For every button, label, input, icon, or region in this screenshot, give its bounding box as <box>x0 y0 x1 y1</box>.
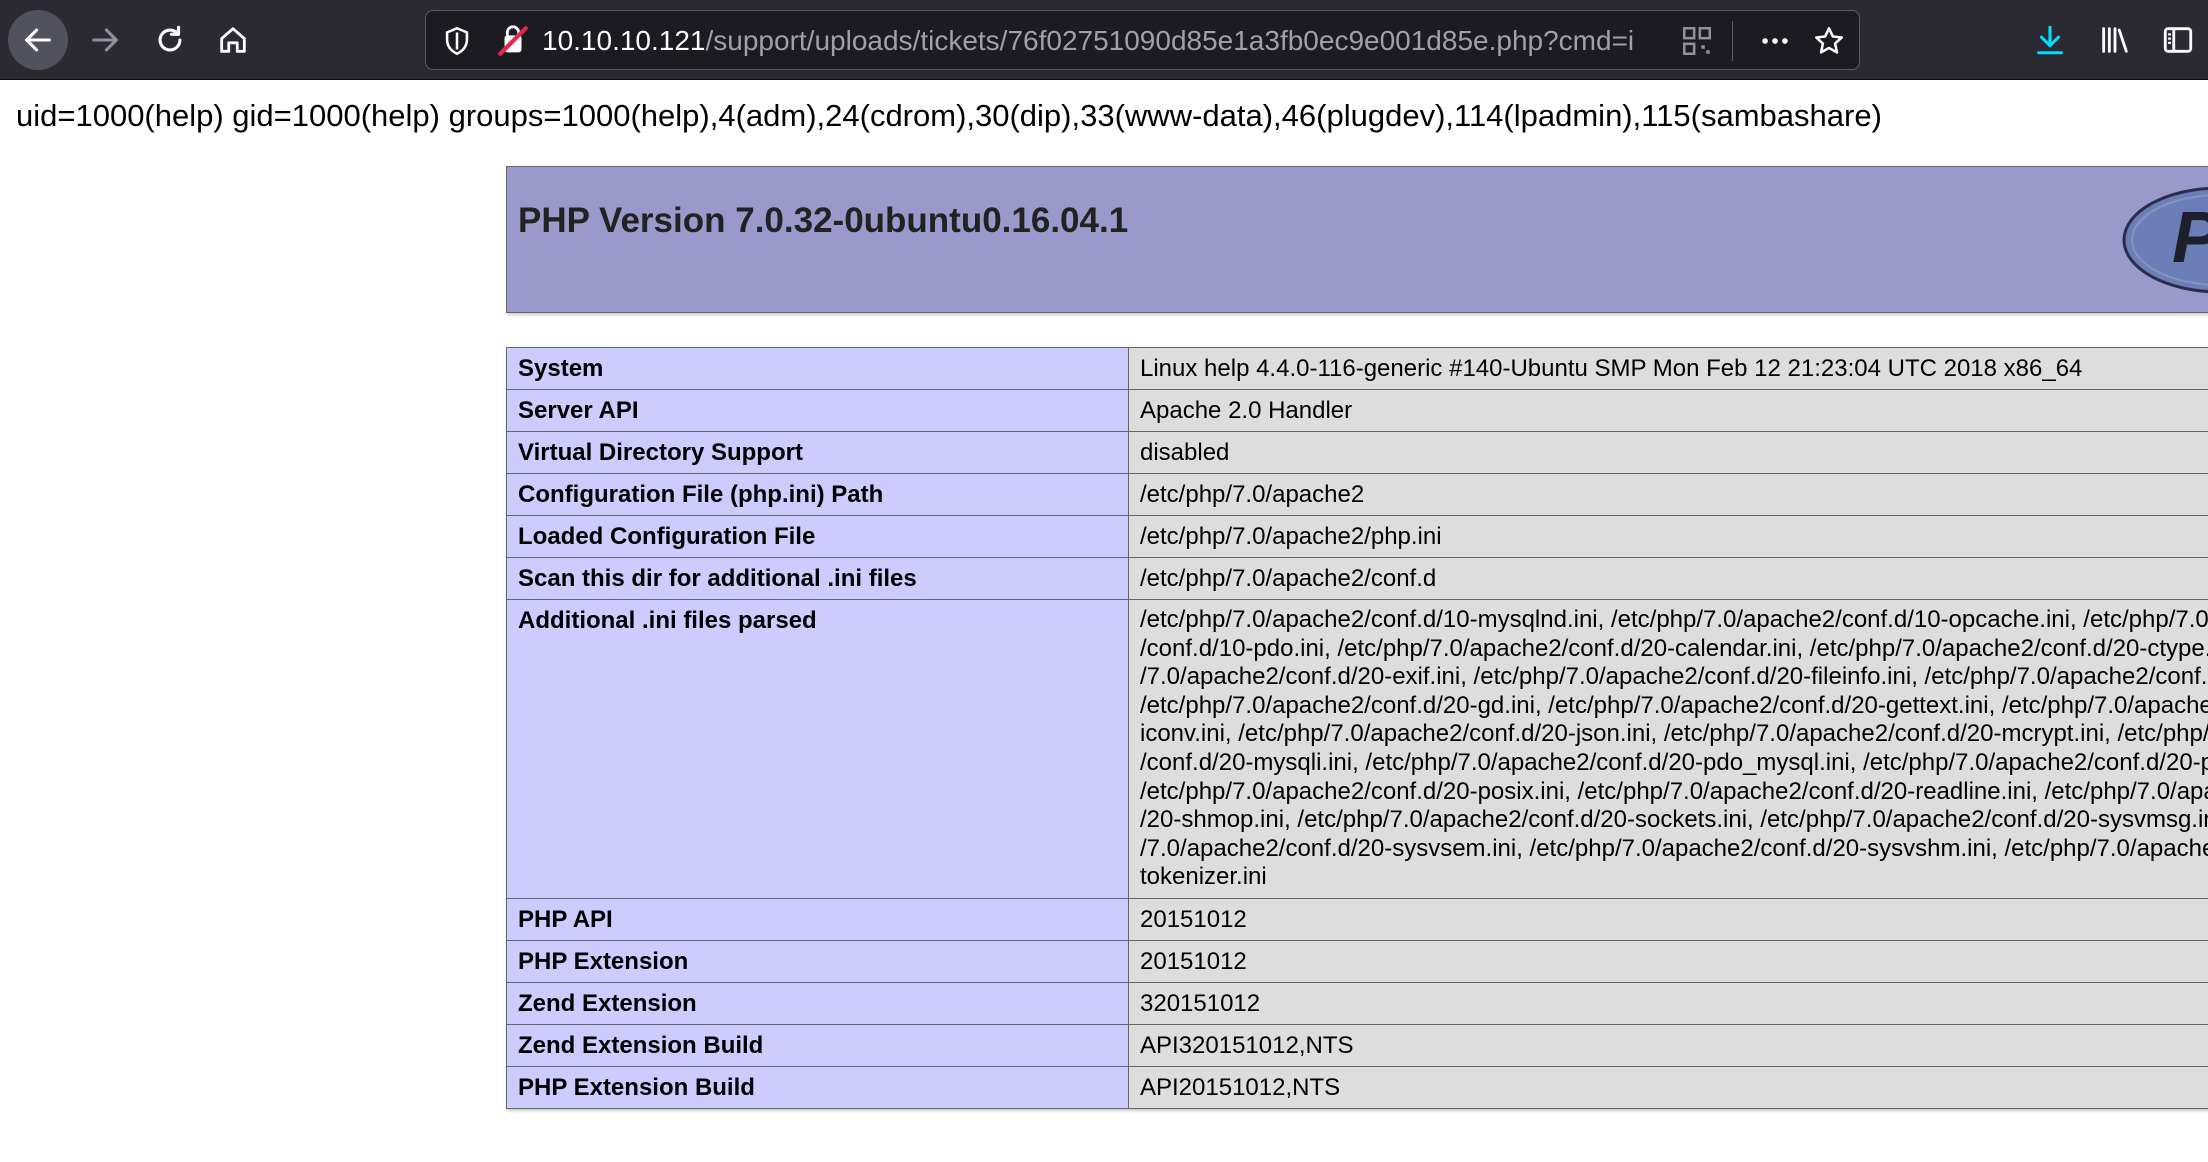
info-value: /etc/php/7.0/apache2/php.ini <box>1128 515 2208 558</box>
info-value-line: /20-shmop.ini, /etc/php/7.0/apache2/conf… <box>1140 806 2208 834</box>
library-icon <box>2102 27 2128 53</box>
url-path: /support/uploads/tickets/76f02751090d85e… <box>705 25 1635 56</box>
table-row: PHP API 20151012 <box>506 897 2208 941</box>
info-value-line: /conf.d/20-mysqli.ini, /etc/php/7.0/apac… <box>1140 748 2208 776</box>
sidebar-button[interactable] <box>2148 10 2208 70</box>
info-key: PHP Extension <box>506 939 1129 983</box>
download-icon <box>2037 25 2063 55</box>
info-key: Scan this dir for additional .ini files <box>506 557 1129 600</box>
reload-button[interactable] <box>140 10 200 70</box>
table-row: PHP Extension Build API20151012,NTS <box>506 1065 2208 1109</box>
reload-icon <box>158 25 182 52</box>
table-row: Virtual Directory Support disabled <box>506 431 2208 474</box>
info-value: API20151012,NTS <box>1128 1065 2208 1109</box>
info-key: Loaded Configuration File <box>506 515 1129 558</box>
table-row: PHP Extension 20151012 <box>506 939 2208 983</box>
info-value-line: /conf.d/10-pdo.ini, /etc/php/7.0/apache2… <box>1140 634 2208 662</box>
info-key: Zend Extension <box>506 981 1129 1025</box>
info-key: System <box>506 347 1129 390</box>
info-value: /etc/php/7.0/apache2 <box>1128 473 2208 516</box>
info-key: PHP Extension Build <box>506 1065 1129 1109</box>
table-row: Loaded Configuration File/etc/php/7.0/ap… <box>506 515 2208 558</box>
table-row: Server API Apache 2.0 Handler <box>506 389 2208 432</box>
shield-icon[interactable] <box>440 24 474 58</box>
downloads-button[interactable] <box>2020 10 2080 70</box>
logo-text: P <box>2172 198 2208 278</box>
info-value: Apache 2.0 Handler <box>1128 389 2208 432</box>
info-value: 20151012 <box>1128 897 2208 941</box>
info-value-line: /7.0/apache2/conf.d/20-sysvsem.ini, /etc… <box>1140 834 2208 862</box>
info-key: Configuration File (php.ini) Path <box>506 473 1129 516</box>
info-value: /etc/php/7.0/apache2/conf.d/10-mysqlnd.i… <box>1128 599 2208 899</box>
bookmark-star-icon[interactable] <box>1812 24 1846 58</box>
home-icon <box>220 27 246 53</box>
info-value: API320151012,NTS <box>1128 1023 2208 1067</box>
browser-toolbar: 10.10.10.121/support/uploads/tickets/76f… <box>0 0 2208 80</box>
sidebar-icon <box>2163 27 2193 53</box>
url-bar-separator <box>1732 21 1733 61</box>
info-value: Linux help 4.4.0-116-generic #140-Ubuntu… <box>1128 347 2208 390</box>
php-version-title: PHP Version 7.0.32-0ubuntu0.16.04.1 <box>518 201 1129 240</box>
table-row: Additional .ini files parsed/etc/php/7.0… <box>506 599 2208 899</box>
info-value: disabled <box>1128 431 2208 474</box>
url-bar[interactable]: 10.10.10.121/support/uploads/tickets/76f… <box>425 10 1860 70</box>
forward-button[interactable] <box>75 10 135 70</box>
phpinfo-header: PHP Version 7.0.32-0ubuntu0.16.04.1 P <box>506 166 2208 313</box>
library-button[interactable] <box>2085 10 2145 70</box>
arrow-right-icon <box>92 28 118 52</box>
url-host: 10.10.10.121 <box>542 25 706 56</box>
arrow-left-icon <box>25 28 51 52</box>
info-key: Server API <box>506 389 1129 432</box>
info-value-line: /etc/php/7.0/apache2/conf.d/10-mysqlnd.i… <box>1140 606 2208 633</box>
back-button[interactable] <box>8 10 68 70</box>
command-output: uid=1000(help) gid=1000(help) groups=100… <box>16 98 1882 133</box>
info-key: Virtual Directory Support <box>506 431 1129 474</box>
table-row: System Linux help 4.4.0-116-generic #140-… <box>506 347 2208 390</box>
table-row: Scan this dir for additional .ini files /… <box>506 557 2208 600</box>
info-value-line: tokenizer.ini <box>1140 863 1267 891</box>
more-actions-icon[interactable] <box>1758 24 1792 58</box>
info-value-line: /etc/php/7.0/apache2/conf.d/20-gd.ini, /… <box>1140 691 2208 719</box>
php-logo[interactable]: P <box>2120 180 2208 300</box>
info-value-line: /etc/php/7.0/apache2/conf.d/20-posix.ini… <box>1140 777 2208 805</box>
insecure-connection-icon[interactable] <box>496 24 530 58</box>
info-value: 20151012 <box>1128 939 2208 983</box>
url-text[interactable]: 10.10.10.121/support/uploads/tickets/76f… <box>542 11 1672 71</box>
info-value: /etc/php/7.0/apache2/conf.d <box>1128 557 2208 600</box>
phpinfo-container: PHP Version 7.0.32-0ubuntu0.16.04.1 P Sy… <box>506 166 2208 1109</box>
table-row: Zend Extension Build API320151012,NTS <box>506 1023 2208 1067</box>
qr-code-icon[interactable] <box>1680 24 1714 58</box>
info-value: 320151012 <box>1128 981 2208 1025</box>
table-row: Zend Extension 320151012 <box>506 981 2208 1025</box>
info-key: Zend Extension Build <box>506 1023 1129 1067</box>
info-value-line: /7.0/apache2/conf.d/20-exif.ini, /etc/ph… <box>1140 663 2208 691</box>
home-button[interactable] <box>203 10 263 70</box>
phpinfo-table: System Linux help 4.4.0-116-generic #140-… <box>506 347 2208 1109</box>
info-key: PHP API <box>506 897 1129 941</box>
table-row: Configuration File (php.ini) Path/etc/ph… <box>506 473 2208 516</box>
info-key: Additional .ini files parsed <box>506 599 1129 899</box>
info-value-line: iconv.ini, /etc/php/7.0/apache2/conf.d/2… <box>1140 720 2208 748</box>
